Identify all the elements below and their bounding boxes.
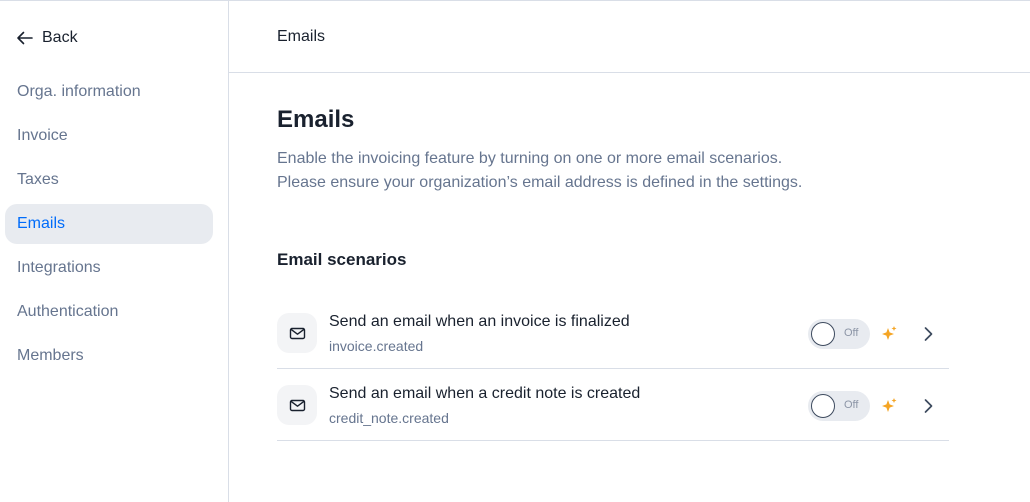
scenario-toggle[interactable]: Off [808,391,870,421]
toggle-knob [811,322,835,346]
sparkles-icon [882,326,897,340]
chevron-right-icon[interactable] [919,325,937,343]
toggle-knob [811,394,835,418]
toggle-label: Off [844,399,859,411]
toggle-label: Off [844,327,859,339]
scenario-row-invoice-finalized[interactable]: Send an email when an invoice is finaliz… [277,297,949,369]
scenario-title: Send an email when a credit note is crea… [329,385,641,402]
scenario-title: Send an email when an invoice is finaliz… [329,313,630,330]
sidebar-item-label: Taxes [17,171,59,188]
sidebar-item-label: Authentication [17,303,119,320]
description-line-2: Please ensure your organization’s email … [277,174,803,191]
header-title: Emails [277,28,326,45]
sidebar-item-orga-information[interactable]: Orga. information [5,72,213,112]
scenario-event: invoice.created [329,338,424,354]
sidebar-item-integrations[interactable]: Integrations [5,248,213,288]
scenario-row-credit-note-created[interactable]: Send an email when a credit note is crea… [277,369,949,441]
back-label: Back [42,29,78,46]
description-line-1: Enable the invoicing feature by turning … [277,150,783,167]
mail-icon-box [277,385,317,425]
scenario-toggle[interactable]: Off [808,319,870,349]
sidebar-item-invoice[interactable]: Invoice [5,116,213,156]
mail-icon [289,399,305,411]
sidebar-item-label: Orga. information [17,83,141,100]
page-title: Emails [277,106,355,133]
sidebar-item-members[interactable]: Members [5,336,213,376]
sparkles-icon [882,398,897,412]
page-description: Enable the invoicing feature by turning … [277,147,949,195]
scenario-event: credit_note.created [329,410,449,426]
sidebar-item-authentication[interactable]: Authentication [5,292,213,332]
sidebar-item-label: Integrations [17,259,101,276]
sidebar-item-label: Invoice [17,127,68,144]
mail-icon-box [277,313,317,353]
section-title: Email scenarios [277,250,407,269]
sidebar-item-taxes[interactable]: Taxes [5,160,213,200]
arrow-left-icon [17,31,33,45]
sidebar-item-emails[interactable]: Emails [5,204,213,244]
sidebar-item-label: Emails [17,215,66,232]
page-header: Emails [229,1,1030,73]
settings-nav: Orga. information Invoice Taxes Emails I… [5,72,213,380]
chevron-right-icon[interactable] [919,397,937,415]
email-scenarios-list: Send an email when an invoice is finaliz… [277,297,949,441]
mail-icon [289,327,305,339]
sidebar: Back Orga. information Invoice Taxes Ema… [0,1,229,502]
sidebar-item-label: Members [17,347,84,364]
back-button[interactable]: Back [16,27,78,49]
